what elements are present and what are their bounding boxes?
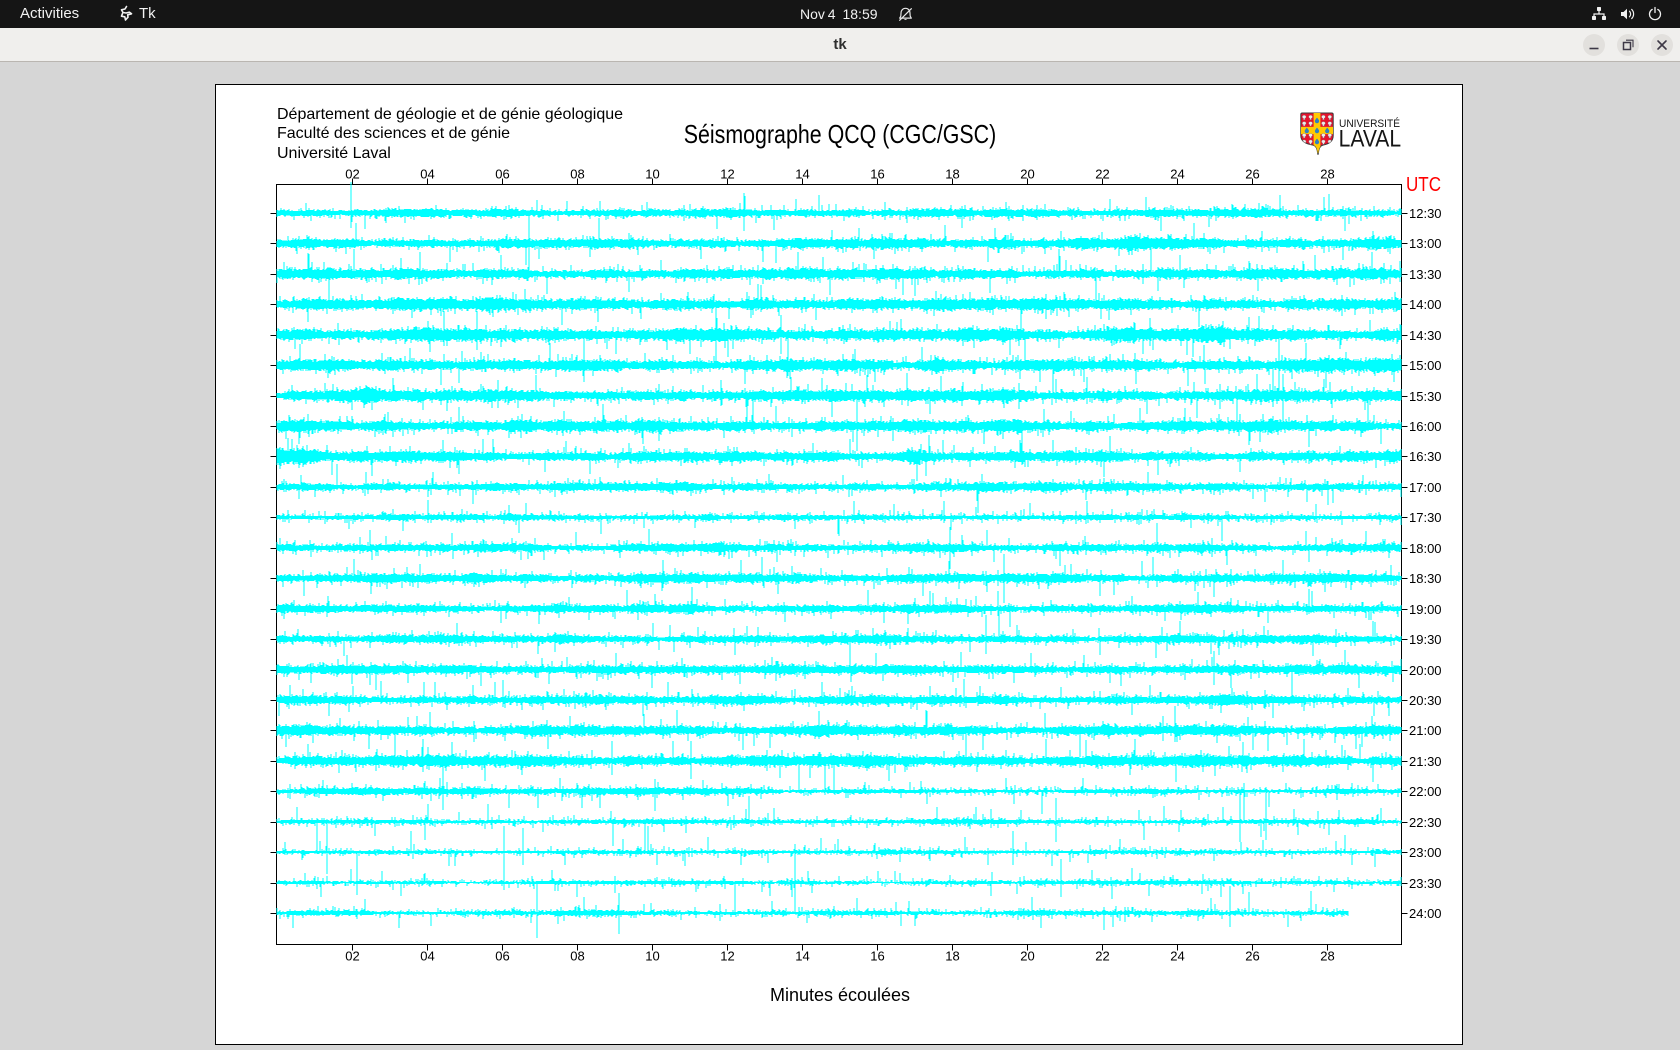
svg-text:26: 26	[1245, 167, 1259, 182]
svg-text:14:00: 14:00	[1409, 297, 1442, 312]
svg-text:06: 06	[495, 949, 509, 964]
svg-text:18:30: 18:30	[1409, 571, 1442, 586]
svg-text:14: 14	[795, 167, 809, 182]
svg-text:16: 16	[870, 949, 884, 964]
svg-text:08: 08	[570, 167, 584, 182]
svg-text:15:30: 15:30	[1409, 389, 1442, 404]
svg-text:02: 02	[345, 167, 359, 182]
svg-text:UTC: UTC	[1406, 174, 1441, 196]
svg-text:18: 18	[945, 949, 959, 964]
svg-text:16:30: 16:30	[1409, 449, 1442, 464]
svg-text:28: 28	[1320, 167, 1334, 182]
svg-text:06: 06	[495, 167, 509, 182]
svg-text:04: 04	[420, 949, 434, 964]
svg-text:20:30: 20:30	[1409, 693, 1442, 708]
svg-text:21:00: 21:00	[1409, 723, 1442, 738]
svg-text:22:30: 22:30	[1409, 815, 1442, 830]
svg-text:17:00: 17:00	[1409, 480, 1442, 495]
svg-text:24: 24	[1170, 949, 1184, 964]
svg-text:22: 22	[1095, 167, 1109, 182]
svg-text:26: 26	[1245, 949, 1259, 964]
svg-text:20:00: 20:00	[1409, 663, 1442, 678]
svg-text:08: 08	[570, 949, 584, 964]
svg-text:10: 10	[645, 949, 659, 964]
svg-text:12: 12	[720, 949, 734, 964]
svg-text:24:00: 24:00	[1409, 906, 1442, 921]
svg-text:16:00: 16:00	[1409, 419, 1442, 434]
svg-text:14: 14	[795, 949, 809, 964]
svg-text:28: 28	[1320, 949, 1334, 964]
svg-text:Minutes écoulées: Minutes écoulées	[770, 985, 910, 1005]
svg-text:18: 18	[945, 167, 959, 182]
svg-text:Séismographe QCQ (CGC/GSC): Séismographe QCQ (CGC/GSC)	[684, 119, 997, 149]
svg-text:10: 10	[645, 167, 659, 182]
svg-text:15:00: 15:00	[1409, 358, 1442, 373]
svg-text:16: 16	[870, 167, 884, 182]
svg-text:18:00: 18:00	[1409, 541, 1442, 556]
svg-text:23:00: 23:00	[1409, 845, 1442, 860]
svg-text:19:00: 19:00	[1409, 602, 1442, 617]
svg-text:13:00: 13:00	[1409, 236, 1442, 251]
svg-text:20: 20	[1020, 949, 1034, 964]
svg-text:17:30: 17:30	[1409, 510, 1442, 525]
svg-text:14:30: 14:30	[1409, 328, 1442, 343]
svg-text:24: 24	[1170, 167, 1184, 182]
svg-text:23:30: 23:30	[1409, 876, 1442, 891]
svg-text:04: 04	[420, 167, 434, 182]
svg-text:19:30: 19:30	[1409, 632, 1442, 647]
svg-text:12:30: 12:30	[1409, 206, 1442, 221]
svg-text:20: 20	[1020, 167, 1034, 182]
svg-text:22:00: 22:00	[1409, 784, 1442, 799]
svg-text:12: 12	[720, 167, 734, 182]
svg-text:13:30: 13:30	[1409, 267, 1442, 282]
svg-text:21:30: 21:30	[1409, 754, 1442, 769]
svg-text:02: 02	[345, 949, 359, 964]
svg-text:22: 22	[1095, 949, 1109, 964]
